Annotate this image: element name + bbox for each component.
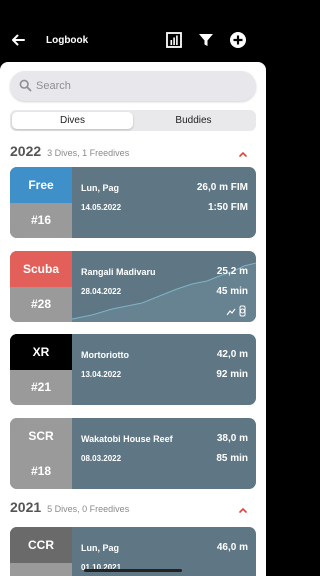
tab-buddies[interactable]: Buddies — [133, 112, 254, 129]
arrow-left-icon[interactable] — [8, 30, 28, 50]
dive-location: Wakatobi House Reef — [81, 434, 173, 444]
dive-depth: 25,2 m — [216, 266, 248, 277]
dive-depth: 38,0 m — [216, 433, 248, 444]
chevron-up-icon[interactable] — [237, 505, 249, 515]
dive-duration: 92 min — [216, 369, 248, 380]
dive-type-badge: XR — [10, 334, 72, 370]
section-year: 2021 — [10, 499, 42, 515]
segmented-control: Dives Buddies — [10, 110, 256, 131]
dive-type-badge: Scuba — [10, 251, 72, 287]
dive-card[interactable]: SCR #18 Wakatobi House Reef 08.03.2022 3… — [10, 418, 256, 489]
dive-depth: 42,0 m — [216, 349, 248, 360]
dive-number: #16 — [10, 203, 72, 238]
dive-type-badge: SCR — [10, 418, 72, 454]
dive-computer-watch-icon — [226, 305, 246, 317]
dive-number: #21 — [10, 370, 72, 405]
dive-date: 14.05.2022 — [81, 203, 122, 212]
search-input[interactable] — [36, 77, 246, 95]
dive-number: #18 — [10, 454, 72, 489]
dive-depth: 26,0 m FIM — [196, 182, 248, 193]
dive-location: Mortoriotto — [81, 350, 129, 360]
dive-type-badge: Free — [10, 167, 72, 203]
add-circle-icon[interactable] — [229, 31, 247, 49]
dive-card[interactable]: XR #21 Mortoriotto 13.04.2022 42,0 m 92 … — [10, 334, 256, 405]
dive-location: Rangali Madivaru — [81, 267, 156, 277]
dive-number: #28 — [10, 287, 72, 322]
section-summary: 3 Dives, 1 Freedives — [47, 148, 130, 158]
dive-card[interactable]: Free #16 Lun, Pag 14.05.2022 26,0 m FIM … — [10, 167, 256, 238]
dive-card[interactable]: Scuba #28 Rangali Madivaru 28.04.2022 25… — [10, 251, 256, 322]
filter-icon[interactable] — [197, 31, 215, 49]
app-bar: Logbook — [0, 0, 266, 62]
section-year: 2022 — [10, 143, 42, 159]
dive-duration: 1:50 FIM — [207, 202, 248, 213]
dive-date: 13.04.2022 — [81, 370, 122, 379]
search-icon — [19, 79, 32, 92]
chevron-up-icon[interactable] — [237, 149, 249, 159]
gesture-navigation-bar[interactable] — [84, 569, 182, 572]
section-summary: 5 Dives, 0 Freedives — [47, 504, 130, 514]
dive-date: 08.03.2022 — [81, 454, 122, 463]
logbook-content: Dives Buddies 2022 3 Dives, 1 Freedives … — [0, 62, 266, 576]
section-header-2021[interactable]: 2021 5 Dives, 0 Freedives — [10, 499, 129, 517]
dive-duration: 45 min — [216, 286, 248, 297]
tab-dives[interactable]: Dives — [12, 112, 133, 129]
page-title: Logbook — [46, 35, 89, 46]
dive-location: Lun, Pag — [81, 543, 119, 553]
dive-depth: 46,0 m — [216, 542, 248, 553]
section-header-2022[interactable]: 2022 3 Dives, 1 Freedives — [10, 143, 129, 161]
dive-date: 28.04.2022 — [81, 287, 122, 296]
dive-number — [10, 563, 72, 576]
bar-chart-icon[interactable] — [165, 31, 183, 49]
dive-type-badge: CCR — [10, 527, 72, 563]
dive-location: Lun, Pag — [81, 183, 119, 193]
search-bar[interactable] — [10, 71, 256, 101]
dive-duration: 85 min — [216, 453, 248, 464]
